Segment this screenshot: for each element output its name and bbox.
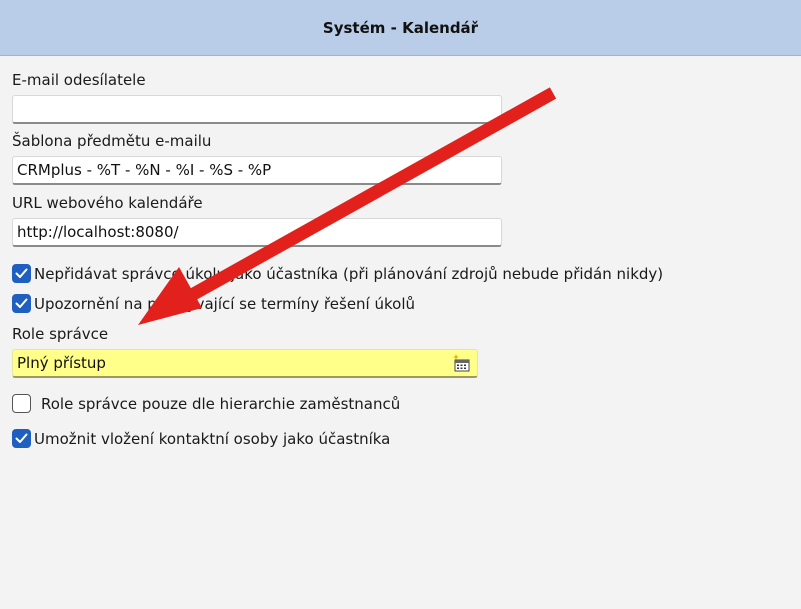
hierarchy-only-label: Role správce pouze dle hierarchie zaměst… <box>41 394 401 413</box>
checkbox-unchecked-icon[interactable] <box>12 394 31 413</box>
sender-email-label: E-mail odesílatele <box>12 71 146 89</box>
contact-participant-label: Umožnit vložení kontaktní osoby jako úča… <box>34 429 391 448</box>
subject-template-field[interactable]: CRMplus - %T - %N - %I - %S - %P <box>12 156 502 185</box>
checkbox-checked-icon[interactable] <box>12 429 31 448</box>
overlap-warning-label: Upozornění na překrývající se termíny ře… <box>34 294 415 313</box>
window-title: Systém - Kalendář <box>322 18 479 37</box>
checkbox-checked-icon[interactable] <box>12 264 31 283</box>
overlap-warning-checkbox-row[interactable]: Upozornění na překrývající se termíny ře… <box>12 294 415 313</box>
calendar-list-icon[interactable] <box>451 353 471 373</box>
subject-template-label: Šablona předmětu e-mailu <box>12 132 212 150</box>
manager-role-label: Role správce <box>12 325 109 343</box>
no-manager-participant-label: Nepřidávat správce úkolu jako účastníka … <box>34 264 664 283</box>
contact-participant-checkbox-row[interactable]: Umožnit vložení kontaktní osoby jako úča… <box>12 429 390 448</box>
manager-role-combobox[interactable]: Plný přístup <box>12 349 478 378</box>
no-manager-participant-checkbox-row[interactable]: Nepřidávat správce úkolu jako účastníka … <box>12 264 663 283</box>
calendar-url-label: URL webového kalendáře <box>12 194 203 212</box>
calendar-url-field[interactable]: http://localhost:8080/ <box>12 218 502 247</box>
hierarchy-only-checkbox-row[interactable]: Role správce pouze dle hierarchie zaměst… <box>12 394 400 413</box>
sender-email-field[interactable] <box>12 95 502 124</box>
checkbox-checked-icon[interactable] <box>12 294 31 313</box>
manager-role-value: Plný přístup <box>17 354 106 372</box>
title-bar: Systém - Kalendář <box>0 0 801 56</box>
